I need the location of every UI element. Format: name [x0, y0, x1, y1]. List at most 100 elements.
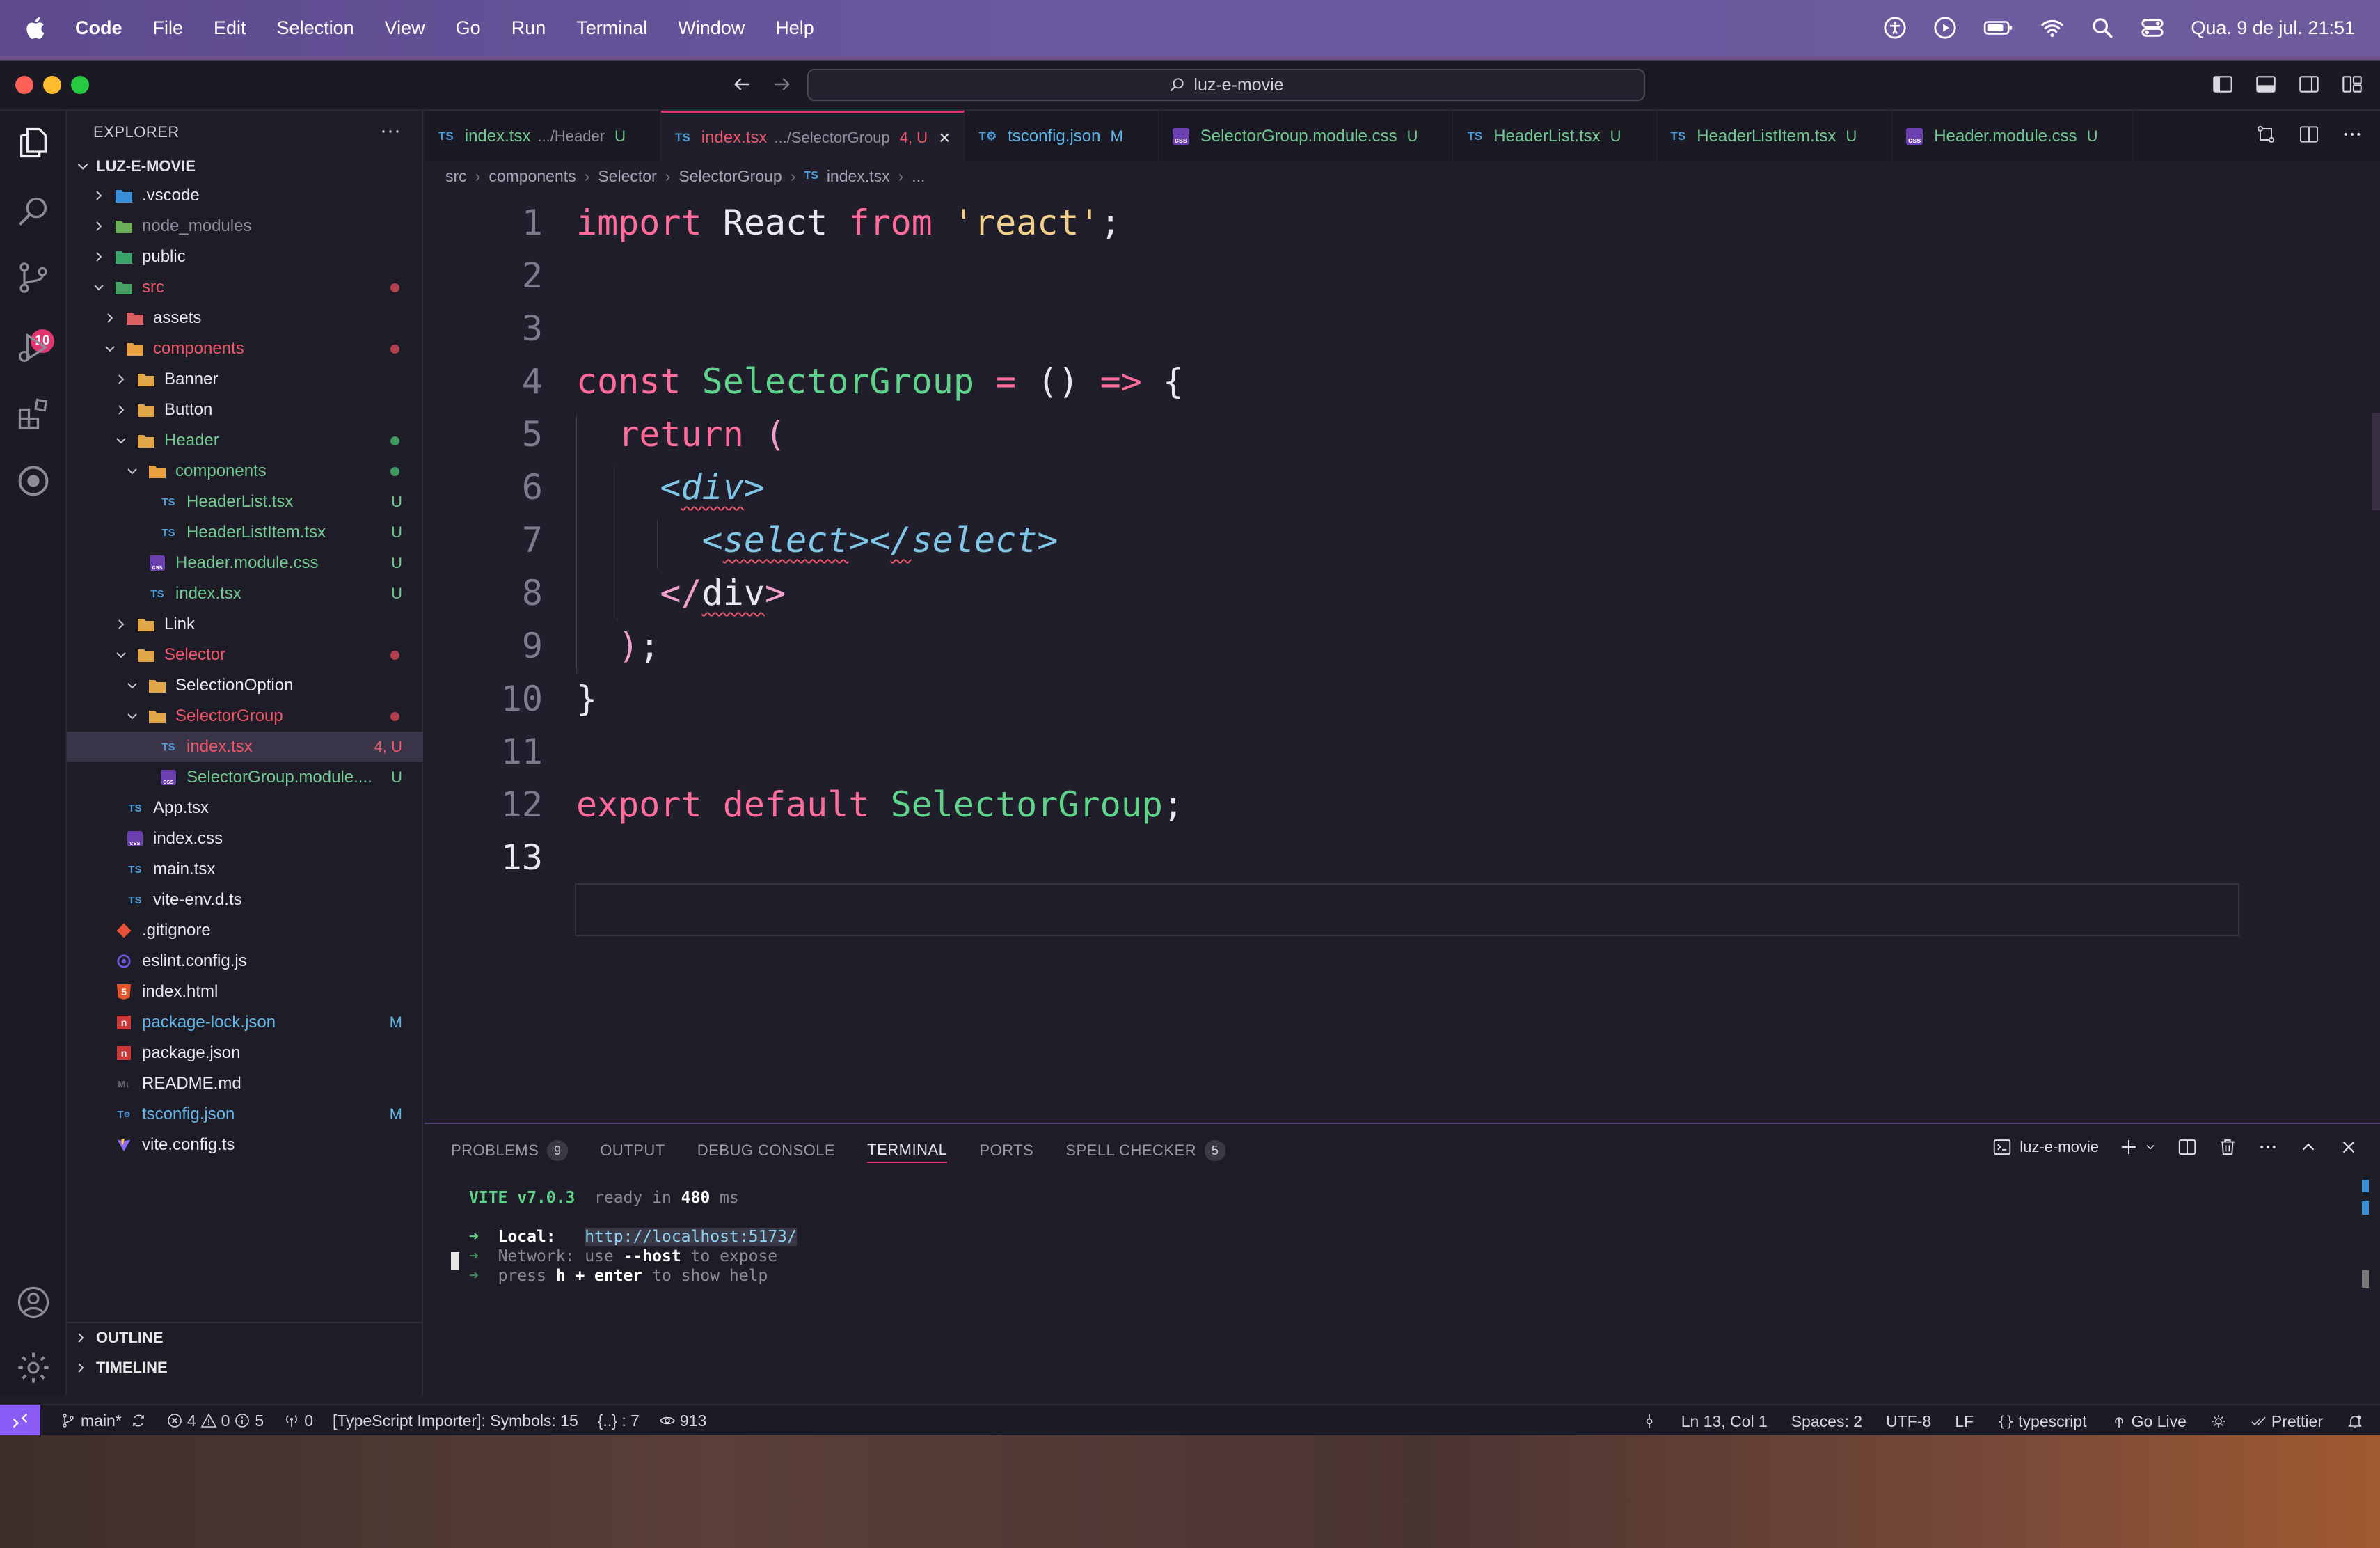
more-actions-icon[interactable] [2341, 123, 2363, 145]
tree-folder[interactable]: components [67, 333, 423, 364]
apple-icon[interactable] [25, 14, 49, 42]
minimize-window-button[interactable] [43, 76, 61, 94]
breadcrumb-components[interactable]: components [489, 167, 576, 186]
editor-tab[interactable]: TS index.tsx .../SelectorGroup 4, U × [660, 111, 965, 162]
tree-file[interactable]: vite.config.ts [67, 1130, 423, 1160]
tree-file[interactable]: TS index.tsx U [67, 578, 423, 609]
menu-code[interactable]: Code [75, 17, 122, 39]
menu-help[interactable]: Help [775, 17, 814, 39]
explorer-more-actions[interactable]: ··· [380, 119, 401, 143]
copilot-status[interactable] [2210, 1413, 2227, 1430]
notifications[interactable] [2347, 1413, 2363, 1430]
tree-file[interactable]: css Header.module.css U [67, 548, 423, 578]
tree-file[interactable]: T ⚙ tsconfig.json M [67, 1099, 423, 1130]
terminal-output[interactable]: VITE v7.0.3 ready in 480 ms ➜ Local: htt… [469, 1188, 797, 1286]
panel-tab[interactable]: TERMINAL [867, 1138, 948, 1163]
editor-tab[interactable]: TS index.tsx .../Header U [425, 111, 661, 162]
tree-file[interactable]: n package.json [67, 1038, 423, 1068]
explorer-icon[interactable] [15, 125, 51, 161]
wifi-icon[interactable] [2040, 16, 2064, 40]
code-line-9[interactable]: ); [576, 626, 660, 666]
menubar-clock[interactable]: Qua. 9 de jul. 21:51 [2191, 17, 2355, 39]
panel-tab[interactable]: PORTS [979, 1138, 1033, 1163]
code-line-10[interactable]: } [576, 679, 597, 719]
spotlight-search-icon[interactable] [2091, 16, 2114, 40]
menu-edit[interactable]: Edit [214, 17, 246, 39]
git-commit-status[interactable] [1641, 1413, 1658, 1430]
battery-icon[interactable] [1983, 16, 2014, 40]
back-arrow-icon[interactable] [731, 73, 753, 95]
manage-gear-icon[interactable] [15, 1350, 51, 1386]
tree-folder[interactable]: node_modules [67, 211, 423, 242]
outline-section[interactable]: OUTLINE [67, 1322, 423, 1352]
forward-arrow-icon[interactable] [771, 73, 793, 95]
close-tab-icon[interactable]: × [939, 127, 950, 149]
editor-tab[interactable]: T⚙ tsconfig.json M [965, 111, 1159, 162]
run-debug-icon[interactable] [15, 329, 51, 365]
menu-selection[interactable]: Selection [277, 17, 354, 39]
tree-folder[interactable]: SelectionOption [67, 670, 423, 701]
more-actions-icon[interactable] [2258, 1137, 2278, 1158]
menu-run[interactable]: Run [511, 17, 546, 39]
code-line-4[interactable]: const SelectorGroup = () => { [576, 361, 1184, 402]
tree-file[interactable]: .gitignore [67, 915, 423, 946]
tree-folder[interactable]: public [67, 242, 423, 272]
tree-folder[interactable]: .vscode [67, 180, 423, 211]
git-branch[interactable]: main* [60, 1412, 147, 1430]
zoom-window-button[interactable] [71, 76, 89, 94]
editor-tab[interactable]: TS HeaderListItem.tsx U [1657, 111, 1893, 162]
open-changes-icon[interactable] [2255, 123, 2277, 145]
source-control-icon[interactable] [15, 260, 51, 296]
panel-tab[interactable]: DEBUG CONSOLE [697, 1138, 835, 1163]
tree-folder[interactable]: SelectorGroup [67, 701, 423, 732]
menu-file[interactable]: File [153, 17, 184, 39]
watch-count[interactable]: 913 [659, 1412, 706, 1430]
menu-window[interactable]: Window [678, 17, 745, 39]
chevron-down-icon[interactable] [2143, 1137, 2157, 1158]
new-terminal-icon[interactable] [2118, 1137, 2139, 1158]
prettier-status[interactable]: Prettier [2251, 1412, 2323, 1431]
close-panel-icon[interactable] [2338, 1137, 2359, 1158]
language-mode[interactable]: {} typescript [1997, 1412, 2087, 1431]
remote-explorer-icon[interactable] [15, 463, 51, 499]
trash-icon[interactable] [2217, 1137, 2238, 1158]
tree-file[interactable]: TS index.tsx 4, U [67, 732, 423, 762]
tree-folder[interactable]: Banner [67, 364, 423, 395]
customize-layout-icon[interactable] [2341, 73, 2363, 95]
cursor-position[interactable]: Ln 13, Col 1 [1681, 1412, 1768, 1431]
tree-file[interactable]: M↓ README.md [67, 1068, 423, 1099]
code-line-7[interactable]: <select></select> [576, 520, 1058, 560]
extensions-icon[interactable] [15, 396, 51, 432]
code-line-12[interactable]: export default SelectorGroup; [576, 784, 1184, 825]
tree-folder[interactable]: Button [67, 395, 423, 425]
search-view-icon[interactable] [15, 193, 51, 229]
panel-tab[interactable]: OUTPUT [600, 1138, 665, 1163]
editor-tab[interactable]: TS HeaderList.tsx U [1453, 111, 1657, 162]
breadcrumb-file[interactable]: index.tsx [827, 167, 890, 186]
editor-tab[interactable]: css SelectorGroup.module.css U [1159, 111, 1454, 162]
toggle-primary-sidebar-icon[interactable] [2212, 73, 2234, 95]
sync-icon[interactable] [130, 1412, 147, 1429]
maximize-panel-icon[interactable] [2298, 1137, 2319, 1158]
tree-file[interactable]: TS HeaderList.tsx U [67, 487, 423, 517]
toggle-panel-icon[interactable] [2255, 73, 2277, 95]
menu-view[interactable]: View [385, 17, 425, 39]
tree-file[interactable]: css index.css [67, 823, 423, 854]
tree-folder[interactable]: Selector [67, 640, 423, 670]
tree-folder[interactable]: components [67, 456, 423, 487]
problems-summary[interactable]: 4 0 5 [166, 1412, 264, 1430]
code-editor[interactable]: 1 2 3 4 5 6 7 8 9 10 11 12 13 import React from 'rea… [425, 190, 2380, 1123]
tree-file[interactable]: css SelectorGroup.module.... U [67, 762, 423, 793]
tree-folder[interactable]: src [67, 272, 423, 303]
menu-go[interactable]: Go [456, 17, 481, 39]
go-live-button[interactable]: Go Live [2111, 1412, 2187, 1431]
toggle-secondary-sidebar-icon[interactable] [2298, 73, 2320, 95]
tree-file[interactable]: TS main.tsx [67, 854, 423, 885]
play-icon[interactable] [1933, 16, 1957, 40]
accessibility-icon[interactable] [1883, 16, 1907, 40]
terminal-selector[interactable]: luz-e-movie [1992, 1137, 2099, 1158]
tree-folder[interactable]: assets [67, 303, 423, 333]
end-of-line[interactable]: LF [1955, 1412, 1974, 1431]
tree-file[interactable]: 5 index.html [67, 977, 423, 1007]
tree-file[interactable]: TS vite-env.d.ts [67, 885, 423, 915]
